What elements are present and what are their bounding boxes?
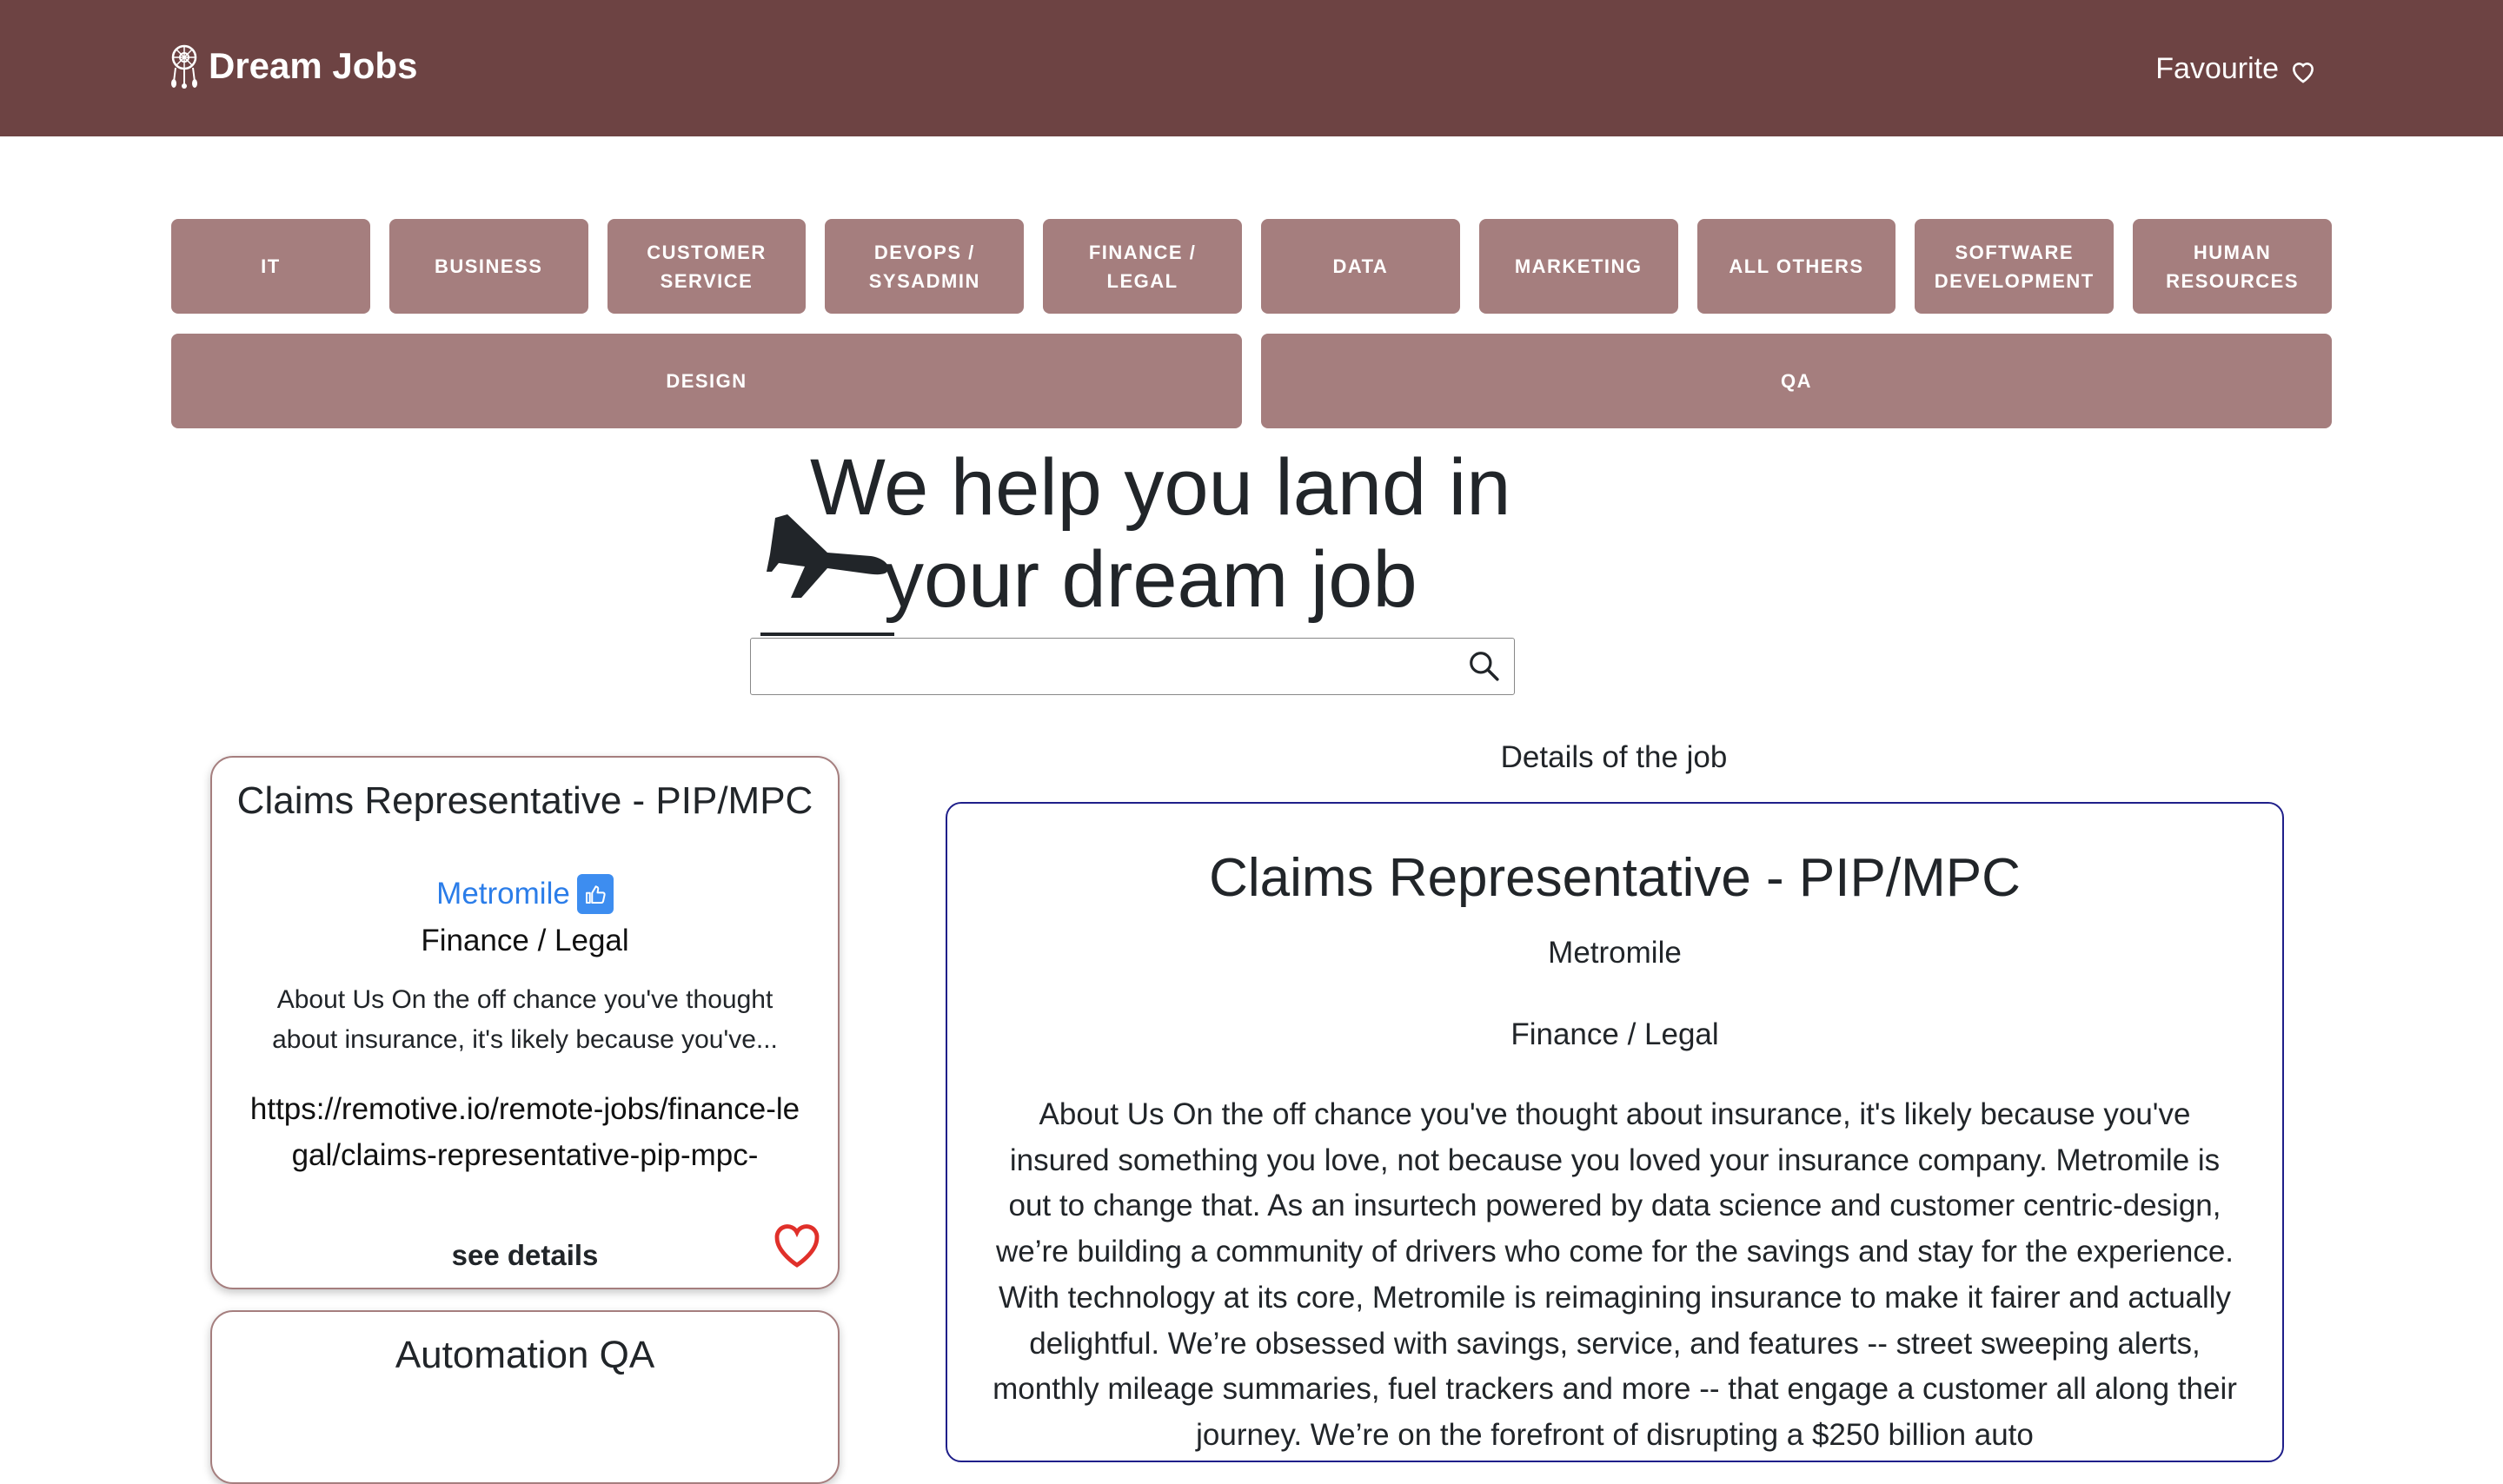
category-row: IT BUSINESS CUSTOMER SERVICE DEVOPS / SY…: [171, 219, 2332, 314]
category-button-human-resources[interactable]: HUMAN RESOURCES: [2133, 219, 2332, 314]
job-description: About Us On the off chance you've though…: [272, 985, 778, 1054]
runway-line: [760, 633, 894, 636]
category-button-software-development[interactable]: SOFTWARE DEVELOPMENT: [1915, 219, 2115, 314]
job-details-panel: Claims Representative - PIP/MPC Metromil…: [946, 802, 2284, 1462]
category-button-design[interactable]: DESIGN: [171, 334, 1242, 428]
favourite-link[interactable]: Favourite: [2155, 49, 2317, 89]
category-button-qa[interactable]: QA: [1261, 334, 2332, 428]
category-button-data[interactable]: DATA: [1260, 219, 1460, 314]
category-row: DESIGN QA: [171, 334, 2332, 428]
category-button-finance-legal[interactable]: FINANCE / LEGAL: [1043, 219, 1242, 314]
category-button-it[interactable]: IT: [171, 219, 370, 314]
search-icon[interactable]: [1467, 649, 1500, 682]
details-heading: Details of the job: [1500, 740, 1728, 774]
details-company: Metromile: [1548, 936, 1682, 970]
job-card[interactable]: Automation QA: [210, 1310, 840, 1484]
job-company-row: Metromile: [212, 874, 838, 914]
brand-name: Dream Jobs: [209, 45, 418, 86]
search-bar: [750, 638, 1515, 695]
thumbs-up-icon[interactable]: [576, 874, 614, 914]
job-title: Claims Representative - PIP/MPC: [236, 779, 813, 822]
category-filter: IT BUSINESS CUSTOMER SERVICE DEVOPS / SY…: [171, 219, 2332, 448]
heart-icon[interactable]: [772, 1222, 822, 1269]
details-description: About Us On the off chance you've though…: [993, 1097, 2237, 1452]
hero-title-line2: your dream job: [884, 535, 1417, 624]
favourite-label: Favourite: [2155, 51, 2279, 85]
category-button-marketing[interactable]: MARKETING: [1478, 219, 1678, 314]
company-link[interactable]: Metromile: [436, 877, 570, 911]
navbar: Dream Jobs Favourite: [0, 0, 2503, 136]
brand-link[interactable]: Dream Jobs: [165, 42, 417, 90]
dreamcatcher-icon: [171, 44, 197, 89]
category-button-customer-service[interactable]: CUSTOMER SERVICE: [607, 219, 807, 314]
see-details-button[interactable]: see details: [212, 1239, 838, 1272]
job-title: Automation QA: [395, 1334, 655, 1376]
job-url: https://remotive.io/remote-jobs/finance-…: [249, 1092, 800, 1172]
heart-outline-icon: [2292, 63, 2314, 83]
category-button-all-others[interactable]: ALL OTHERS: [1696, 219, 1896, 314]
details-title: Claims Representative - PIP/MPC: [1209, 848, 2021, 908]
search-input[interactable]: [751, 639, 1464, 693]
airplane-landing-icon: [767, 514, 889, 598]
category-button-devops[interactable]: DEVOPS / SYSADMIN: [825, 219, 1025, 314]
category-button-business[interactable]: BUSINESS: [388, 219, 588, 314]
hero-title-line1: We help you land in: [810, 443, 1511, 532]
details-category: Finance / Legal: [1510, 1017, 1719, 1051]
job-card[interactable]: Claims Representative - PIP/MPC Metromil…: [210, 756, 840, 1289]
job-category: Finance / Legal: [421, 924, 629, 957]
